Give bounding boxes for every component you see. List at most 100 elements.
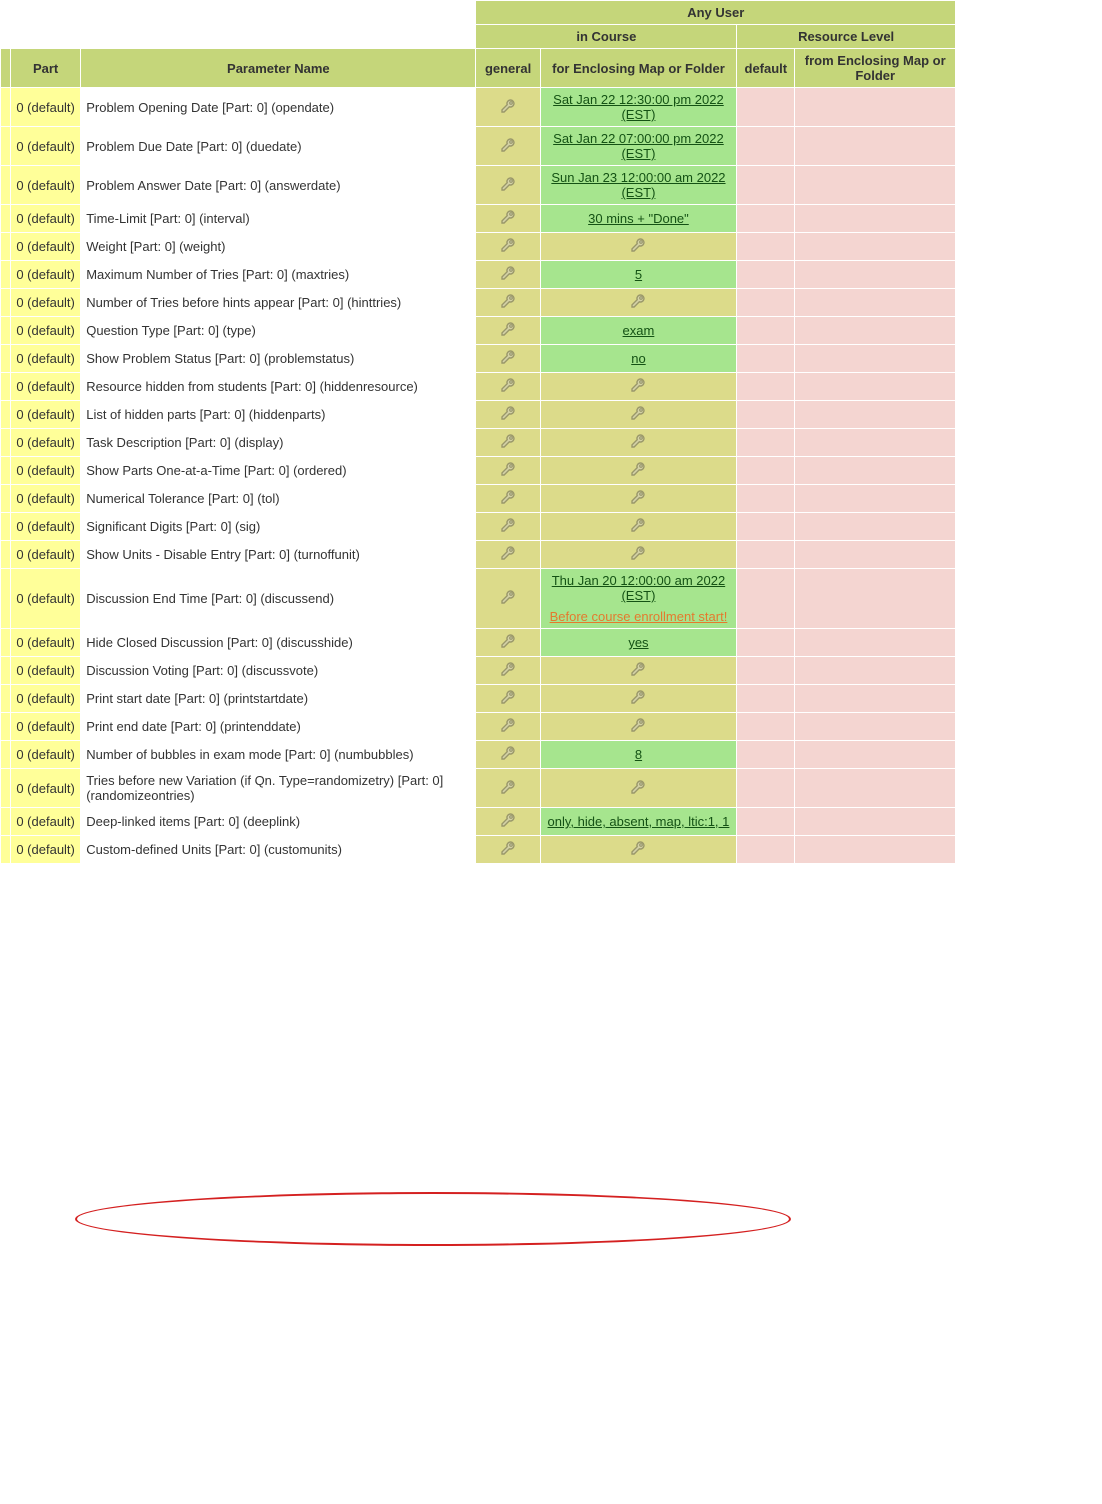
default-cell[interactable]	[737, 485, 795, 513]
general-cell[interactable]	[476, 657, 540, 685]
enclosing-cell[interactable]	[540, 485, 737, 513]
enclosing-cell[interactable]: Sat Jan 22 07:00:00 pm 2022 (EST)	[540, 127, 737, 166]
enclosing-value-link[interactable]: only, hide, absent, map, ltic:1, 1	[548, 814, 730, 829]
general-cell[interactable]	[476, 317, 540, 345]
enclosing-cell[interactable]	[540, 401, 737, 429]
enclosing-value-link[interactable]: 5	[635, 267, 642, 282]
from-enclosing-cell[interactable]	[795, 233, 956, 261]
default-cell[interactable]	[737, 808, 795, 836]
enclosing-value-link[interactable]: Thu Jan 20 12:00:00 am 2022 (EST)	[552, 573, 725, 603]
enclosing-cell[interactable]: 5	[540, 261, 737, 289]
from-enclosing-cell[interactable]	[795, 345, 956, 373]
general-cell[interactable]	[476, 401, 540, 429]
default-cell[interactable]	[737, 261, 795, 289]
default-cell[interactable]	[737, 741, 795, 769]
from-enclosing-cell[interactable]	[795, 401, 956, 429]
general-cell[interactable]	[476, 261, 540, 289]
enclosing-cell[interactable]	[540, 657, 737, 685]
general-cell[interactable]	[476, 289, 540, 317]
from-enclosing-cell[interactable]	[795, 685, 956, 713]
general-cell[interactable]	[476, 685, 540, 713]
general-cell[interactable]	[476, 713, 540, 741]
enclosing-cell[interactable]: Thu Jan 20 12:00:00 am 2022 (EST) Before …	[540, 569, 737, 629]
general-cell[interactable]	[476, 569, 540, 629]
default-cell[interactable]	[737, 317, 795, 345]
enclosing-cell[interactable]: Sun Jan 23 12:00:00 am 2022 (EST)	[540, 166, 737, 205]
enclosing-value-link[interactable]: 8	[635, 747, 642, 762]
from-enclosing-cell[interactable]	[795, 541, 956, 569]
default-cell[interactable]	[737, 769, 795, 808]
default-cell[interactable]	[737, 836, 795, 864]
from-enclosing-cell[interactable]	[795, 166, 956, 205]
from-enclosing-cell[interactable]	[795, 513, 956, 541]
general-cell[interactable]	[476, 836, 540, 864]
default-cell[interactable]	[737, 457, 795, 485]
default-cell[interactable]	[737, 345, 795, 373]
default-cell[interactable]	[737, 713, 795, 741]
enclosing-cell[interactable]: exam	[540, 317, 737, 345]
from-enclosing-cell[interactable]	[795, 485, 956, 513]
enclosing-cell[interactable]	[540, 713, 737, 741]
enclosing-cell[interactable]: 30 mins + "Done"	[540, 205, 737, 233]
default-cell[interactable]	[737, 429, 795, 457]
enclosing-value-link[interactable]: no	[631, 351, 645, 366]
default-cell[interactable]	[737, 569, 795, 629]
from-enclosing-cell[interactable]	[795, 629, 956, 657]
general-cell[interactable]	[476, 166, 540, 205]
enclosing-value-link[interactable]: 30 mins + "Done"	[588, 211, 689, 226]
from-enclosing-cell[interactable]	[795, 205, 956, 233]
general-cell[interactable]	[476, 485, 540, 513]
default-cell[interactable]	[737, 541, 795, 569]
from-enclosing-cell[interactable]	[795, 289, 956, 317]
enclosing-cell[interactable]	[540, 541, 737, 569]
general-cell[interactable]	[476, 629, 540, 657]
from-enclosing-cell[interactable]	[795, 429, 956, 457]
general-cell[interactable]	[476, 233, 540, 261]
enclosing-value-link[interactable]: yes	[628, 635, 648, 650]
from-enclosing-cell[interactable]	[795, 769, 956, 808]
general-cell[interactable]	[476, 205, 540, 233]
general-cell[interactable]	[476, 513, 540, 541]
general-cell[interactable]	[476, 541, 540, 569]
default-cell[interactable]	[737, 629, 795, 657]
general-cell[interactable]	[476, 373, 540, 401]
default-cell[interactable]	[737, 401, 795, 429]
from-enclosing-cell[interactable]	[795, 808, 956, 836]
default-cell[interactable]	[737, 205, 795, 233]
general-cell[interactable]	[476, 429, 540, 457]
enclosing-cell[interactable]: 8	[540, 741, 737, 769]
enclosing-cell[interactable]	[540, 373, 737, 401]
default-cell[interactable]	[737, 289, 795, 317]
general-cell[interactable]	[476, 808, 540, 836]
enclosing-value-link[interactable]: Sat Jan 22 07:00:00 pm 2022 (EST)	[553, 131, 724, 161]
default-cell[interactable]	[737, 88, 795, 127]
from-enclosing-cell[interactable]	[795, 373, 956, 401]
general-cell[interactable]	[476, 127, 540, 166]
enclosing-value-link[interactable]: Sun Jan 23 12:00:00 am 2022 (EST)	[551, 170, 725, 200]
enclosing-warning[interactable]: Before course enrollment start!	[546, 609, 732, 624]
enclosing-cell[interactable]	[540, 457, 737, 485]
enclosing-cell[interactable]	[540, 429, 737, 457]
enclosing-value-link[interactable]: exam	[623, 323, 655, 338]
general-cell[interactable]	[476, 345, 540, 373]
from-enclosing-cell[interactable]	[795, 127, 956, 166]
general-cell[interactable]	[476, 769, 540, 808]
enclosing-cell[interactable]	[540, 233, 737, 261]
enclosing-cell[interactable]	[540, 836, 737, 864]
from-enclosing-cell[interactable]	[795, 657, 956, 685]
from-enclosing-cell[interactable]	[795, 317, 956, 345]
enclosing-cell[interactable]: Sat Jan 22 12:30:00 pm 2022 (EST)	[540, 88, 737, 127]
enclosing-cell[interactable]: yes	[540, 629, 737, 657]
enclosing-cell[interactable]	[540, 769, 737, 808]
from-enclosing-cell[interactable]	[795, 457, 956, 485]
general-cell[interactable]	[476, 741, 540, 769]
from-enclosing-cell[interactable]	[795, 88, 956, 127]
default-cell[interactable]	[737, 373, 795, 401]
default-cell[interactable]	[737, 127, 795, 166]
from-enclosing-cell[interactable]	[795, 741, 956, 769]
from-enclosing-cell[interactable]	[795, 713, 956, 741]
enclosing-cell[interactable]	[540, 513, 737, 541]
enclosing-cell[interactable]: no	[540, 345, 737, 373]
enclosing-cell[interactable]	[540, 685, 737, 713]
enclosing-value-link[interactable]: Sat Jan 22 12:30:00 pm 2022 (EST)	[553, 92, 724, 122]
